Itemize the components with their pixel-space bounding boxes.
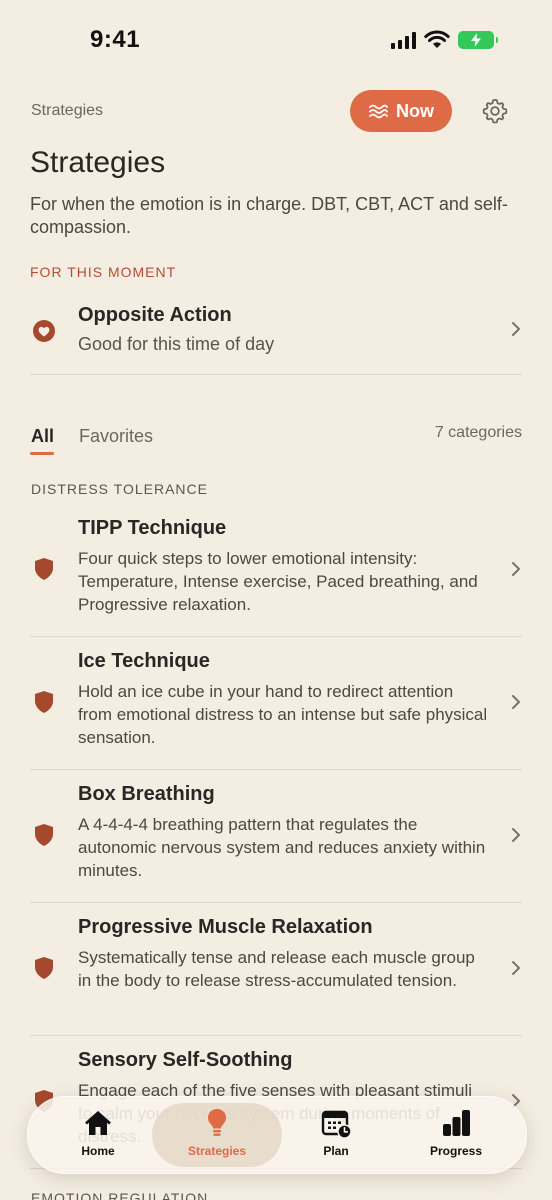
section-label-distress-tolerance: DISTRESS TOLERANCE (31, 481, 208, 497)
strategy-title: Progressive Muscle Relaxation (78, 916, 373, 938)
shield-icon (35, 957, 53, 979)
filter-tab-all[interactable]: All (31, 426, 54, 447)
filter-tab-favorites[interactable]: Favorites (79, 426, 153, 447)
chevron-right-icon (512, 961, 520, 975)
section-label-emotion-regulation: EMOTION REGULATION (31, 1190, 209, 1200)
strategies-screen: 9:41 Strategies Now Strategies For when … (0, 0, 552, 1200)
shield-icon (35, 558, 53, 580)
strategy-title: TIPP Technique (78, 517, 227, 539)
featured-strategy-subtitle: Good for this time of day (78, 334, 275, 354)
tab-label: Strategies (187, 1144, 247, 1158)
strategy-row-tipp[interactable]: TIPP Technique Four quick steps to lower… (30, 503, 522, 637)
status-icons (391, 30, 498, 50)
strategy-title: Sensory Self-Soothing (78, 1049, 293, 1071)
now-button-label: Now (396, 100, 434, 121)
home-icon (85, 1111, 111, 1135)
chevron-right-icon (512, 695, 520, 709)
shield-icon (35, 824, 53, 846)
battery-charging-icon (458, 31, 498, 49)
strategy-title: Ice Technique (78, 650, 210, 672)
heart-icon (33, 320, 55, 342)
calendar-clock-icon (321, 1110, 352, 1139)
chevron-right-icon (512, 322, 520, 336)
cellular-signal-icon (391, 31, 416, 49)
shield-icon (35, 691, 53, 713)
tab-strategies[interactable]: Strategies (162, 1107, 272, 1167)
featured-strategy-title: Opposite Action (78, 304, 232, 326)
now-button[interactable]: Now (350, 90, 452, 132)
wifi-icon (424, 30, 450, 48)
status-bar: 9:41 (0, 0, 552, 80)
strategy-row-box-breathing[interactable]: Box Breathing A 4-4-4-4 breathing patter… (30, 769, 522, 903)
chevron-right-icon (512, 562, 520, 576)
featured-strategy-row[interactable]: Opposite Action Good for this time of da… (30, 296, 522, 375)
tab-home[interactable]: Home (43, 1107, 153, 1167)
tab-label: Home (81, 1144, 115, 1158)
page-subtitle: For when the emotion is in charge. DBT, … (30, 194, 508, 237)
strategy-title: Box Breathing (78, 783, 215, 805)
strategy-row-ice[interactable]: Ice Technique Hold an ice cube in your h… (30, 636, 522, 770)
strategy-description: A 4-4-4-4 breathing pattern that regulat… (78, 815, 486, 880)
strategy-description: Hold an ice cube in your hand to redirec… (78, 682, 488, 747)
tab-plan[interactable]: Plan (281, 1107, 391, 1167)
tab-progress[interactable]: Progress (401, 1107, 511, 1167)
strategy-row-pmr[interactable]: Progressive Muscle Relaxation Systematic… (30, 902, 522, 1036)
lightbulb-icon (208, 1109, 226, 1136)
strategy-description: Systematically tense and release each mu… (78, 948, 475, 990)
moment-section-label: FOR THIS MOMENT (30, 264, 177, 280)
status-time: 9:41 (90, 26, 141, 53)
filter-tab-indicator (30, 452, 54, 455)
breadcrumb: Strategies (31, 102, 104, 119)
gear-icon[interactable] (481, 97, 509, 125)
page-title: Strategies (30, 146, 166, 179)
chevron-right-icon (512, 828, 520, 842)
strategy-description: Four quick steps to lower emotional inte… (78, 549, 478, 614)
tab-label: Progress (429, 1144, 483, 1158)
categories-count: 7 categories (434, 424, 522, 441)
tab-bar: Home Strategies Plan Progress (27, 1096, 527, 1174)
tab-label: Plan (323, 1144, 349, 1158)
waves-icon (369, 104, 388, 119)
bar-chart-icon (443, 1110, 470, 1136)
